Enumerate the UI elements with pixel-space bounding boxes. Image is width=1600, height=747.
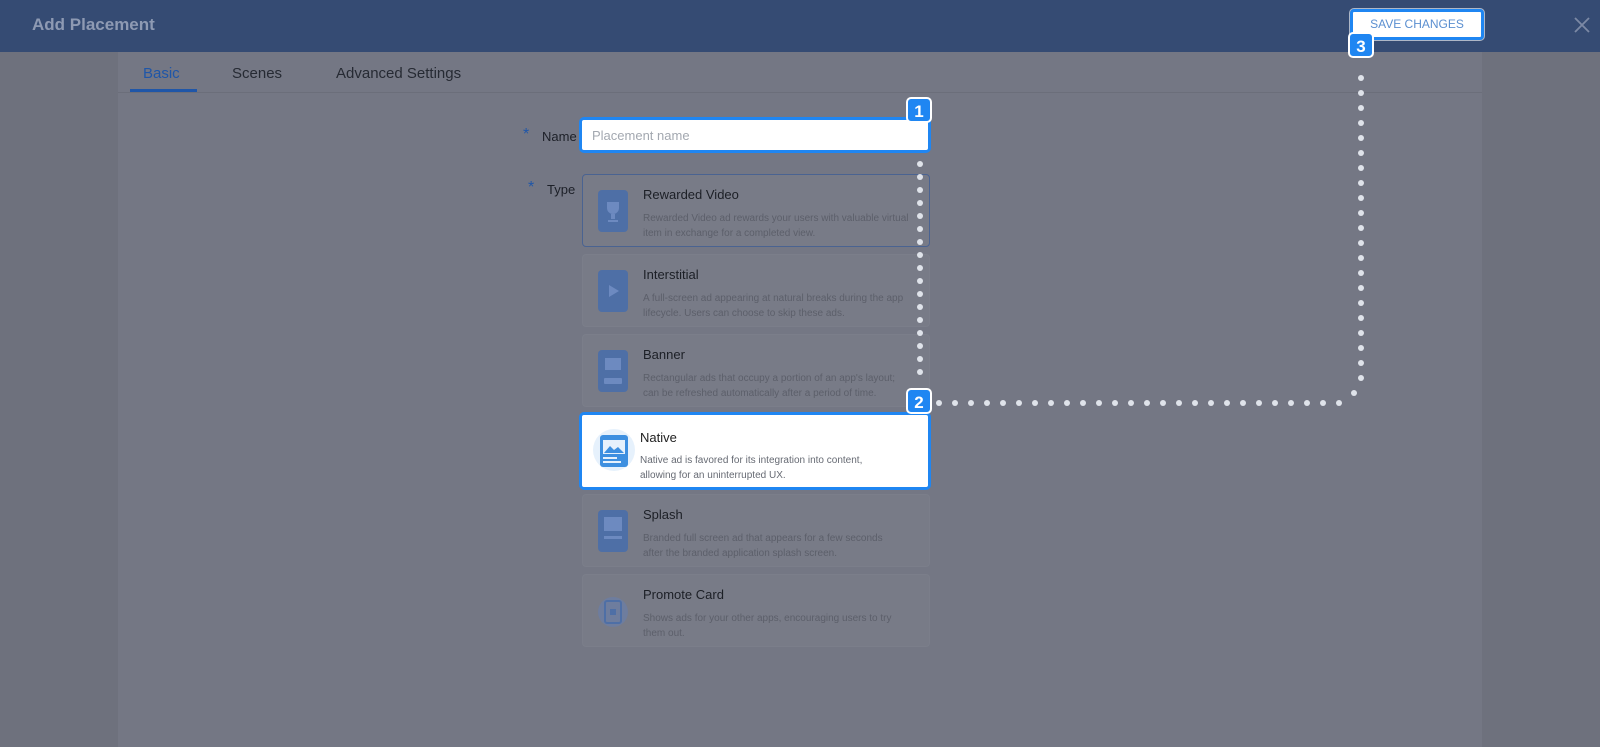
- play-icon: [598, 270, 628, 312]
- type-title: Splash: [643, 507, 683, 522]
- type-title: Banner: [643, 347, 685, 362]
- tab-basic[interactable]: Basic: [143, 65, 180, 82]
- type-description: A full-screen ad appearing at natural br…: [643, 293, 904, 319]
- native-image-icon: [593, 429, 635, 471]
- required-marker: *: [528, 179, 535, 196]
- trophy-icon: [598, 190, 628, 232]
- type-title: Promote Card: [643, 587, 724, 602]
- placement-name-input[interactable]: [579, 117, 931, 153]
- type-title: Native: [640, 430, 677, 445]
- type-card-interstitial[interactable]: Interstitial A full-screen ad appearing …: [582, 254, 930, 327]
- type-description: Branded full screen ad that appears for …: [643, 533, 883, 559]
- type-card-native[interactable]: Native Native ad is favored for its inte…: [579, 412, 931, 490]
- tab-scenes[interactable]: Scenes: [232, 65, 282, 82]
- required-marker: *: [523, 126, 530, 143]
- tab-advanced-settings[interactable]: Advanced Settings: [336, 65, 461, 82]
- close-icon[interactable]: [1573, 16, 1591, 34]
- banner-icon: [598, 350, 628, 392]
- name-label: Name: [542, 129, 577, 144]
- splash-icon: [598, 510, 628, 552]
- annotation-badge-1: 1: [906, 97, 932, 123]
- type-description: Rewarded Video ad rewards your users wit…: [643, 213, 909, 239]
- promote-card-icon: [598, 597, 628, 627]
- annotation-badge-2: 2: [906, 388, 932, 414]
- type-title: Interstitial: [643, 267, 699, 282]
- type-card-banner[interactable]: Banner Rectangular ads that occupy a por…: [582, 334, 930, 407]
- type-card-splash[interactable]: Splash Branded full screen ad that appea…: [582, 494, 930, 567]
- type-card-promote-card[interactable]: Promote Card Shows ads for your other ap…: [582, 574, 930, 647]
- type-description: Rectangular ads that occupy a portion of…: [643, 373, 896, 399]
- type-description: Shows ads for your other apps, encouragi…: [643, 613, 892, 639]
- type-card-rewarded-video[interactable]: Rewarded Video Rewarded Video ad rewards…: [582, 174, 930, 247]
- type-label: Type: [547, 182, 576, 197]
- annotation-badge-3: 3: [1348, 32, 1374, 58]
- tabs-divider: [118, 92, 1482, 93]
- active-tab-underline: [130, 89, 197, 92]
- type-title: Rewarded Video: [643, 187, 739, 202]
- page-title: Add Placement: [32, 15, 155, 34]
- type-description: Native ad is favored for its integration…: [640, 455, 863, 481]
